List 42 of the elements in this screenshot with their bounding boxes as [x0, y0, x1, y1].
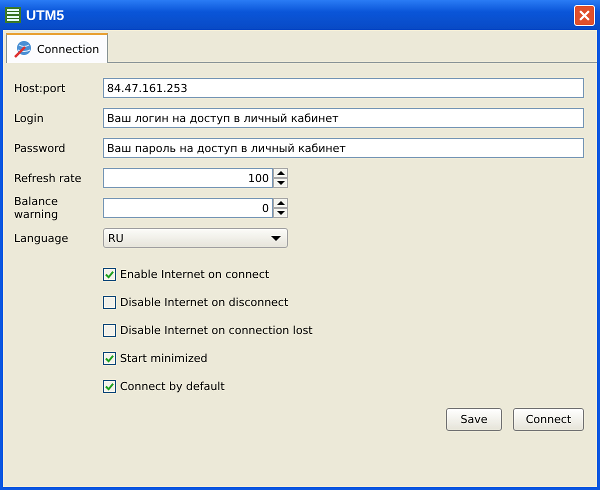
number-field[interactable]: 100: [103, 168, 273, 188]
checkbox[interactable]: [103, 352, 116, 364]
checkmark-icon: [105, 270, 114, 278]
checkbox-label: Connect by default: [120, 380, 225, 392]
down-arrow-icon: [276, 211, 284, 215]
close-icon: [579, 10, 590, 20]
checkbox-label: Start minimized: [120, 352, 208, 364]
checkmark-icon: [105, 354, 114, 362]
dialog-button[interactable]: Connect: [513, 408, 584, 431]
globe-icon: [13, 39, 33, 59]
field-label: Password: [14, 142, 66, 154]
field-label: Host:port: [14, 82, 66, 94]
input-field[interactable]: 84.47.161.253: [103, 78, 584, 98]
number-field[interactable]: 0: [103, 198, 273, 218]
checkbox-label: Enable Internet on connect: [120, 268, 270, 280]
window-title: UTM5: [26, 7, 64, 23]
increment-button[interactable]: [273, 168, 288, 178]
checkmark-icon: [105, 382, 114, 390]
checkbox[interactable]: [103, 324, 116, 336]
close-button[interactable]: [574, 4, 595, 26]
decrement-button[interactable]: [273, 178, 288, 188]
up-arrow-icon: [276, 201, 284, 205]
field-label: Login: [14, 112, 45, 124]
field-label: Refresh rate: [14, 172, 82, 184]
language-dropdown[interactable]: RU: [103, 228, 288, 248]
checkbox[interactable]: [103, 380, 116, 392]
checkbox-label: Disable Internet on connection lost: [120, 324, 313, 336]
tab[interactable]: Connection: [6, 33, 108, 63]
checkbox[interactable]: [103, 268, 116, 280]
dialog-button[interactable]: Save: [446, 408, 502, 431]
up-arrow-icon: [276, 171, 284, 175]
field-label: Language: [14, 232, 70, 244]
field-label: Balance warning: [14, 195, 60, 221]
decrement-button[interactable]: [273, 208, 288, 218]
input-field[interactable]: Ваш пароль на доступ в личный кабинет: [103, 138, 584, 158]
down-arrow-icon: [276, 181, 284, 185]
input-field[interactable]: Ваш логин на доступ в личный кабинет: [103, 108, 584, 128]
caret-icon: [271, 236, 281, 240]
app-icon: [5, 7, 21, 23]
increment-button[interactable]: [273, 198, 288, 208]
checkbox-label: Disable Internet on disconnect: [120, 296, 288, 308]
checkbox[interactable]: [103, 296, 116, 308]
